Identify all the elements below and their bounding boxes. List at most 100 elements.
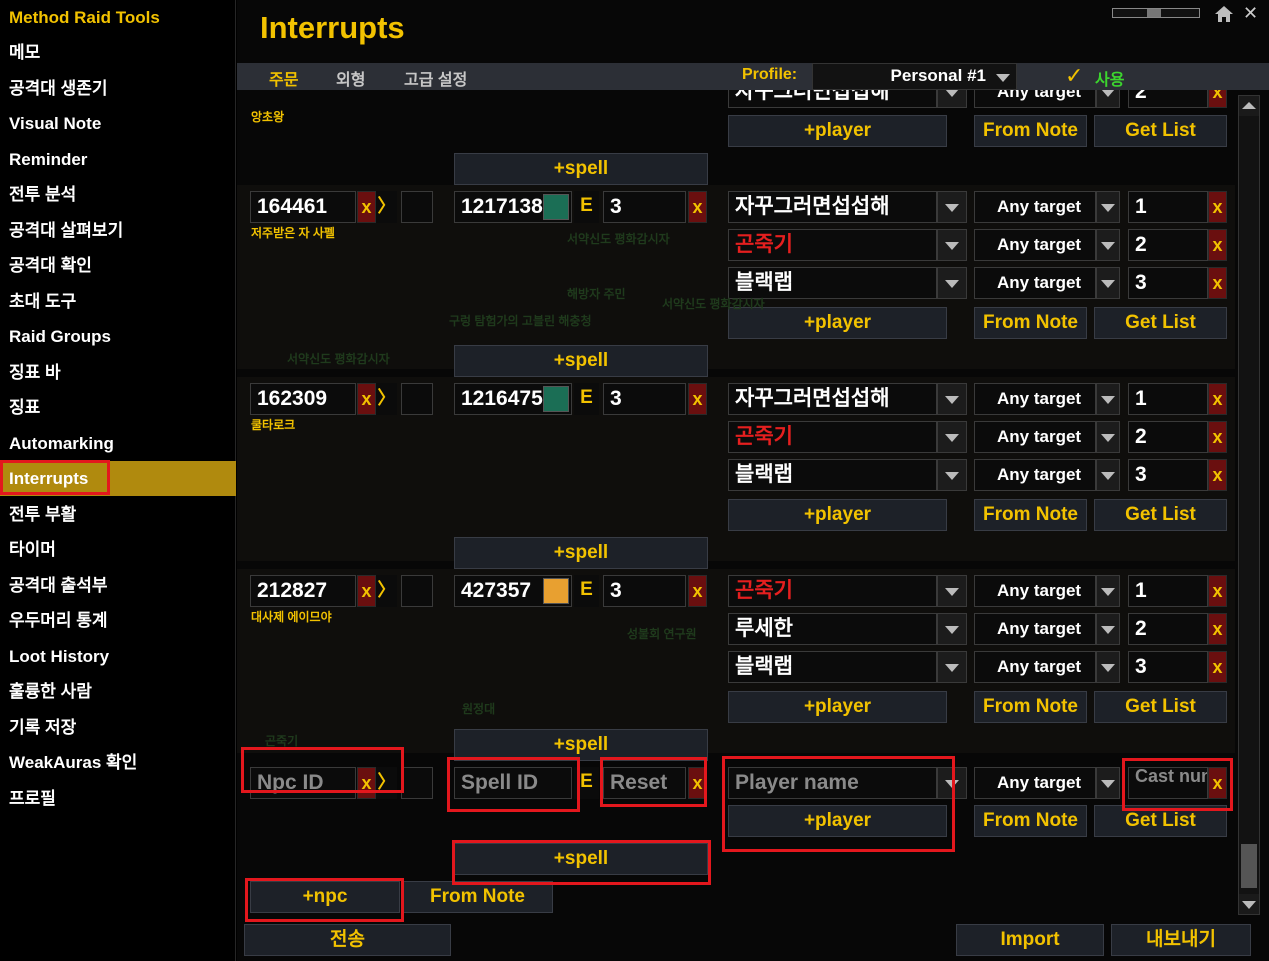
player-name-field[interactable]: 곤죽기 <box>728 575 937 607</box>
remove-player-button[interactable]: x <box>1208 613 1227 645</box>
target-field[interactable]: Any target <box>974 459 1096 491</box>
add-spell-button[interactable]: +spell <box>454 345 708 377</box>
cast-number-field[interactable]: 3 <box>1128 651 1208 683</box>
tab-spells[interactable]: 주문 <box>269 66 298 90</box>
scroll-down-button[interactable] <box>1239 894 1259 914</box>
scrollbar[interactable] <box>1238 95 1260 915</box>
remove-player-button[interactable]: x <box>1208 459 1227 491</box>
target-dropdown[interactable] <box>1096 421 1120 453</box>
player-name-field[interactable]: 블랙랩 <box>728 459 937 491</box>
npc-checkbox[interactable] <box>401 767 433 799</box>
spell-edit-button[interactable]: E <box>574 575 599 607</box>
sidebar-item[interactable]: 프로필 <box>0 781 236 816</box>
cast-number-field[interactable]: 3 <box>1128 267 1208 299</box>
target-dropdown[interactable] <box>1096 229 1120 261</box>
sidebar-item[interactable]: Reminder <box>0 142 236 177</box>
from-note-button[interactable]: From Note <box>974 499 1087 531</box>
sidebar-item[interactable]: 징표 <box>0 390 236 425</box>
sidebar-item[interactable]: Automarking <box>0 426 236 461</box>
target-dropdown[interactable] <box>1096 383 1120 415</box>
add-spell-button[interactable]: +spell <box>454 153 708 185</box>
player-dropdown[interactable] <box>937 459 967 491</box>
player-dropdown[interactable] <box>937 383 967 415</box>
target-field[interactable]: Any target <box>974 613 1096 645</box>
remove-player-button[interactable]: x <box>1208 651 1227 683</box>
from-note-button[interactable]: From Note <box>974 691 1087 723</box>
sidebar-item[interactable]: 훌륭한 사람 <box>0 674 236 709</box>
target-field[interactable]: Any target <box>974 90 1096 108</box>
remove-player-button[interactable]: x <box>1208 229 1227 261</box>
target-dropdown[interactable] <box>1096 459 1120 491</box>
target-dropdown[interactable] <box>1096 613 1120 645</box>
player-dropdown[interactable] <box>937 575 967 607</box>
target-dropdown[interactable] <box>1096 90 1120 108</box>
player-name-field[interactable]: 루세한 <box>728 613 937 645</box>
reset-field[interactable]: 3 <box>603 383 686 415</box>
player-dropdown[interactable] <box>937 421 967 453</box>
close-icon[interactable]: ✕ <box>1243 3 1258 24</box>
sidebar-item[interactable]: 우두머리 통계 <box>0 603 236 638</box>
remove-npc-button[interactable]: x <box>357 575 376 607</box>
player-dropdown[interactable] <box>937 613 967 645</box>
remove-player-button[interactable]: x <box>1208 575 1227 607</box>
home-icon[interactable] <box>1213 4 1235 24</box>
sidebar-item[interactable]: 초대 도구 <box>0 284 236 319</box>
npc-id-field[interactable]: 164461 <box>250 191 356 223</box>
enable-checkbox-icon[interactable]: ✓ <box>1065 65 1083 87</box>
remove-npc-button[interactable]: x <box>357 383 376 415</box>
get-list-button[interactable]: Get List <box>1094 115 1227 147</box>
npc-checkbox[interactable] <box>401 575 433 607</box>
target-field[interactable]: Any target <box>974 191 1096 223</box>
npc-checkbox[interactable] <box>401 383 433 415</box>
remove-npc-button[interactable]: x <box>357 191 376 223</box>
cast-number-field[interactable]: 3 <box>1128 459 1208 491</box>
npc-id-field[interactable]: 212827 <box>250 575 356 607</box>
target-field[interactable]: Any target <box>974 267 1096 299</box>
target-dropdown[interactable] <box>1096 651 1120 683</box>
sidebar-item[interactable]: Loot History <box>0 639 236 674</box>
scrollbar-thumb[interactable] <box>1241 844 1257 888</box>
sidebar-item[interactable]: 징표 바 <box>0 355 236 390</box>
sidebar-item[interactable]: 전투 부활 <box>0 497 236 532</box>
remove-spell-button[interactable]: x <box>688 575 707 607</box>
npc-checkbox[interactable] <box>401 191 433 223</box>
cast-number-field[interactable]: 1 <box>1128 383 1208 415</box>
player-name-field[interactable]: 곤죽기 <box>728 421 937 453</box>
expand-npc-button[interactable]: 〉 <box>376 575 397 607</box>
remove-spell-button[interactable]: x <box>688 191 707 223</box>
target-field[interactable]: Any target <box>974 421 1096 453</box>
add-player-button[interactable]: +player <box>728 691 947 723</box>
import-button[interactable]: Import <box>956 924 1104 956</box>
sidebar-item[interactable]: 공격대 살펴보기 <box>0 213 236 248</box>
sidebar-item[interactable]: 공격대 생존기 <box>0 71 236 106</box>
npc-id-field[interactable]: 162309 <box>250 383 356 415</box>
target-field[interactable]: Any target <box>974 229 1096 261</box>
spell-edit-button[interactable]: E <box>574 383 599 415</box>
sidebar-item[interactable]: Visual Note <box>0 106 236 141</box>
target-dropdown[interactable] <box>1096 191 1120 223</box>
get-list-button[interactable]: Get List <box>1094 499 1227 531</box>
target-field[interactable]: Any target <box>974 575 1096 607</box>
remove-player-button[interactable]: x <box>1208 421 1227 453</box>
remove-spell-button[interactable]: x <box>688 383 707 415</box>
cast-number-field[interactable]: 1 <box>1128 191 1208 223</box>
from-note-button[interactable]: From Note <box>402 881 553 913</box>
sidebar-item[interactable]: WeakAuras 확인 <box>0 745 236 780</box>
remove-player-button[interactable]: x <box>1208 191 1227 223</box>
remove-player-button[interactable]: x <box>1208 267 1227 299</box>
from-note-button[interactable]: From Note <box>974 115 1087 147</box>
expand-npc-button[interactable]: 〉 <box>376 383 397 415</box>
window-size-slider[interactable] <box>1112 8 1200 18</box>
sidebar-item[interactable]: Raid Groups <box>0 319 236 354</box>
expand-npc-button[interactable]: 〉 <box>376 191 397 223</box>
player-dropdown[interactable] <box>937 229 967 261</box>
remove-player-button[interactable]: x <box>1208 383 1227 415</box>
reset-field[interactable]: 3 <box>603 575 686 607</box>
tab-advanced-settings[interactable]: 고급 설정 <box>404 66 467 90</box>
remove-player-button[interactable]: x <box>1208 90 1227 108</box>
export-button[interactable]: 내보내기 <box>1111 924 1251 956</box>
sidebar-item[interactable]: 공격대 확인 <box>0 248 236 283</box>
player-dropdown[interactable] <box>937 90 967 108</box>
get-list-button[interactable]: Get List <box>1094 307 1227 339</box>
cast-number-field[interactable]: 2 <box>1128 613 1208 645</box>
